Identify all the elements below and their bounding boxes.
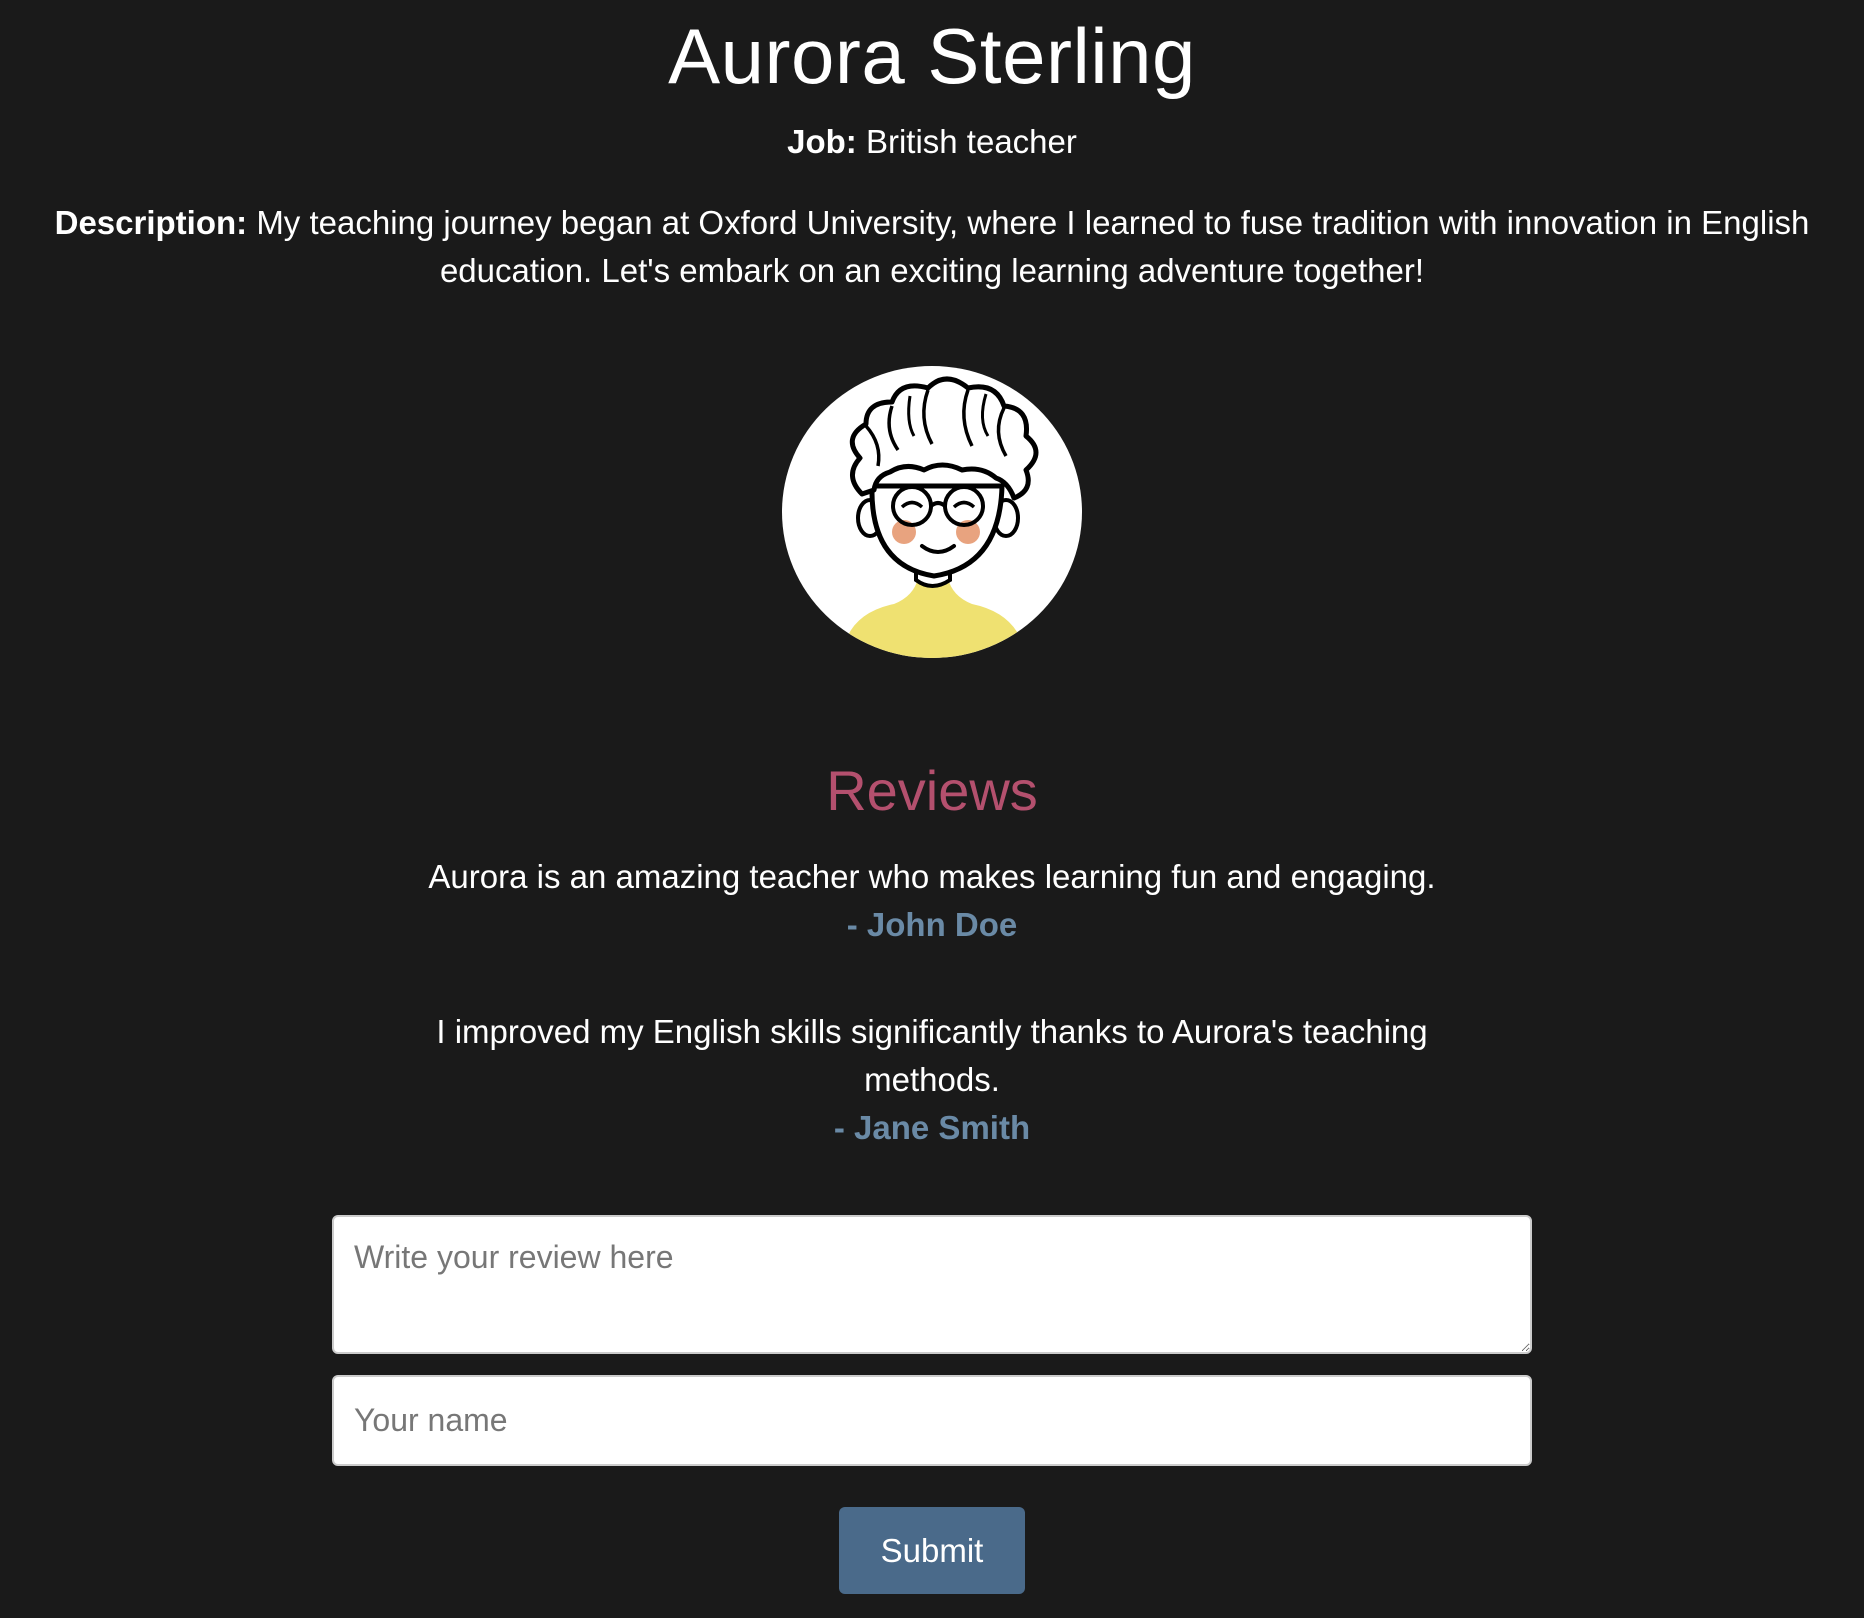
review-item: Aurora is an amazing teacher who makes l…	[400, 853, 1464, 949]
name-input[interactable]	[332, 1375, 1532, 1466]
review-item: I improved my English skills significant…	[400, 1008, 1464, 1152]
review-text: Aurora is an amazing teacher who makes l…	[428, 858, 1436, 895]
job-value: British teacher	[865, 123, 1077, 160]
description-label: Description:	[54, 204, 248, 241]
review-text: I improved my English skills significant…	[436, 1013, 1428, 1098]
teacher-avatar-icon	[842, 376, 1039, 658]
job-label: Job:	[787, 123, 857, 160]
profile-page: Aurora Sterling Job: British teacher Des…	[0, 0, 1864, 1618]
job-line: Job: British teacher	[0, 120, 1864, 164]
review-author: - John Doe	[846, 906, 1018, 943]
review-author: - Jane Smith	[833, 1109, 1031, 1146]
submit-button[interactable]: Submit	[839, 1507, 1025, 1594]
description-line: Description: My teaching journey began a…	[20, 199, 1844, 295]
description-value: My teaching journey began at Oxford Univ…	[256, 204, 1810, 289]
reviews-heading: Reviews	[826, 759, 1038, 822]
avatar	[782, 366, 1082, 658]
page-title: Aurora Sterling	[668, 12, 1196, 100]
review-textarea[interactable]	[332, 1215, 1532, 1354]
